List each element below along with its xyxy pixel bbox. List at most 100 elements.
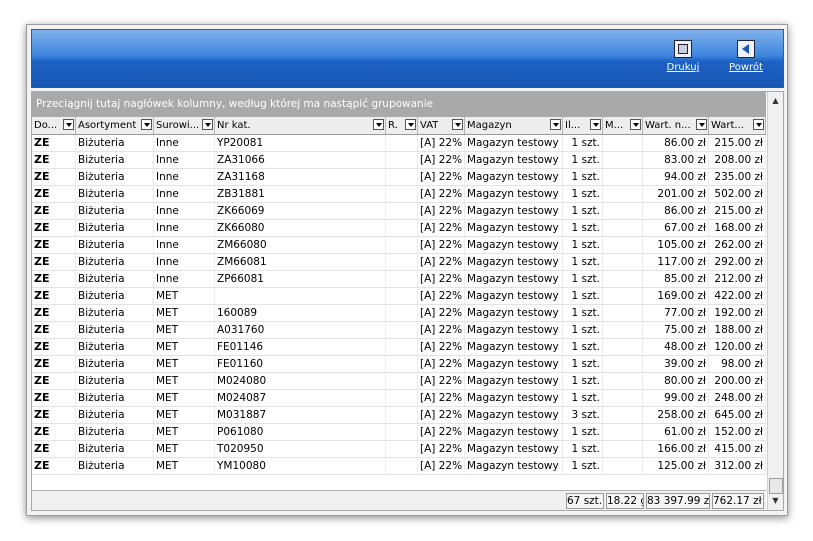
cell-gross-value: 192.00 zł <box>709 305 766 321</box>
column-header-assortment[interactable]: Asortyment <box>76 117 154 134</box>
column-header-material[interactable]: Surowi... <box>154 117 215 134</box>
table-row[interactable]: ZE Biżuteria MET 160089 [A] 22% Magazyn testo… <box>32 305 766 322</box>
table-row[interactable]: ZE Biżuteria Inne ZM66081 [A] 22% Magazyn tes… <box>32 254 766 271</box>
cell-r <box>386 186 418 202</box>
vertical-scrollbar[interactable]: ▲ ▼ <box>767 92 783 510</box>
table-row[interactable]: ZE Biżuteria Inne ZA31168 [A] 22% Magazyn tes… <box>32 169 766 186</box>
cell-warehouse: Magazyn testowy <box>465 305 563 321</box>
table-row[interactable]: ZE Biżuteria MET T020950 [A] 22% Magazyn test… <box>32 441 766 458</box>
cell-vat: [A] 22% <box>418 305 465 321</box>
cell-document-type: ZE <box>32 186 76 202</box>
column-header-vat[interactable]: VAT <box>418 117 465 134</box>
cell-quantity: 1 szt. <box>563 458 603 474</box>
cell-vat: [A] 22% <box>418 135 465 151</box>
filter-dropdown-icon[interactable] <box>452 119 463 130</box>
scroll-thumb[interactable] <box>769 478 783 494</box>
column-header-quantity[interactable]: Il... <box>563 117 603 134</box>
filter-dropdown-icon[interactable] <box>696 119 707 130</box>
table-row[interactable]: ZE Biżuteria Inne ZK66069 [A] 22% Magazyn tes… <box>32 203 766 220</box>
cell-net-value: 105.00 zł <box>643 237 709 253</box>
cell-document-type: ZE <box>32 288 76 304</box>
cell-catalog-number: ZM66081 <box>215 254 386 270</box>
cell-warehouse: Magazyn testowy <box>465 237 563 253</box>
table-row[interactable]: ZE Biżuteria MET YM10080 [A] 22% Magazyn test… <box>32 458 766 475</box>
filter-dropdown-icon[interactable] <box>202 119 213 130</box>
cell-assortment: Biżuteria <box>76 458 154 474</box>
table-row[interactable]: ZE Biżuteria Inne ZK66080 [A] 22% Magazyn tes… <box>32 220 766 237</box>
total-quantity: 67 szt. <box>566 493 604 509</box>
cell-vat: [A] 22% <box>418 203 465 219</box>
filter-dropdown-icon[interactable] <box>590 119 601 130</box>
filter-dropdown-icon[interactable] <box>405 119 416 130</box>
cell-gross-value: 212.00 zł <box>709 271 766 287</box>
cell-material: Inne <box>154 169 215 185</box>
column-header-m[interactable]: M... <box>603 117 643 134</box>
group-by-panel[interactable]: Przeciągnij tutaj nagłówek kolumny, wedł… <box>32 92 766 117</box>
cell-m <box>603 322 643 338</box>
table-row[interactable]: ZE Biżuteria MET FE01160 [A] 22% Magazyn test… <box>32 356 766 373</box>
cell-gross-value: 208.00 zł <box>709 152 766 168</box>
column-header-r[interactable]: R. <box>386 117 418 134</box>
column-header-label: Il... <box>565 120 581 131</box>
cell-net-value: 39.00 zł <box>643 356 709 372</box>
cell-vat: [A] 22% <box>418 237 465 253</box>
table-row[interactable]: ZE Biżuteria MET FE01146 [A] 22% Magazyn test… <box>32 339 766 356</box>
table-row[interactable]: ZE Biżuteria MET [A] 22% Magazyn testowy 1 sz… <box>32 288 766 305</box>
data-grid: Przeciągnij tutaj nagłówek kolumny, wedł… <box>31 91 784 511</box>
cell-material: Inne <box>154 203 215 219</box>
column-header-gross-value[interactable]: Wart... <box>709 117 766 134</box>
filter-dropdown-icon[interactable] <box>753 119 764 130</box>
table-row[interactable]: ZE Biżuteria Inne ZM66080 [A] 22% Magazyn tes… <box>32 237 766 254</box>
totals-footer: 67 szt. 18.22 g 83 397.99 zł 762.17 zł <box>32 490 766 510</box>
cell-assortment: Biżuteria <box>76 390 154 406</box>
table-row[interactable]: ZE Biżuteria MET A031760 [A] 22% Magazyn test… <box>32 322 766 339</box>
cell-quantity: 1 szt. <box>563 169 603 185</box>
cell-warehouse: Magazyn testowy <box>465 339 563 355</box>
filter-dropdown-icon[interactable] <box>373 119 384 130</box>
cell-warehouse: Magazyn testowy <box>465 152 563 168</box>
cell-gross-value: 292.00 zł <box>709 254 766 270</box>
table-row[interactable]: ZE Biżuteria Inne ZB31881 [A] 22% Magazyn tes… <box>32 186 766 203</box>
cell-gross-value: 645.00 zł <box>709 407 766 423</box>
table-row[interactable]: ZE Biżuteria MET M024087 [A] 22% Magazyn test… <box>32 390 766 407</box>
cell-net-value: 94.00 zł <box>643 169 709 185</box>
cell-material: MET <box>154 288 215 304</box>
column-header-label: Wart... <box>711 120 744 131</box>
scroll-up-icon[interactable]: ▲ <box>768 93 783 109</box>
cell-catalog-number: FE01160 <box>215 356 386 372</box>
column-header-document-type[interactable]: Do... <box>32 117 76 134</box>
column-header-warehouse[interactable]: Magazyn <box>465 117 563 134</box>
cell-material: MET <box>154 390 215 406</box>
print-button[interactable]: Drukuj <box>661 40 705 73</box>
cell-m <box>603 186 643 202</box>
table-row[interactable]: ZE Biżuteria Inne ZP66081 [A] 22% Magazyn tes… <box>32 271 766 288</box>
table-row[interactable]: ZE Biżuteria Inne ZA31066 [A] 22% Magazyn tes… <box>32 152 766 169</box>
filter-dropdown-icon[interactable] <box>141 119 152 130</box>
cell-m <box>603 424 643 440</box>
cell-gross-value: 415.00 zł <box>709 441 766 457</box>
scroll-down-icon[interactable]: ▼ <box>768 493 783 509</box>
filter-dropdown-icon[interactable] <box>630 119 641 130</box>
cell-quantity: 1 szt. <box>563 356 603 372</box>
cell-material: Inne <box>154 186 215 202</box>
cell-material: MET <box>154 339 215 355</box>
column-header-catalog-number[interactable]: Nr kat. <box>215 117 386 134</box>
column-header-net-value[interactable]: Wart. n... <box>643 117 709 134</box>
table-row[interactable]: ZE Biżuteria MET M024080 [A] 22% Magazyn test… <box>32 373 766 390</box>
cell-r <box>386 271 418 287</box>
table-row[interactable]: ZE Biżuteria MET P061080 [A] 22% Magazyn test… <box>32 424 766 441</box>
column-header-label: Wart. n... <box>645 120 691 131</box>
filter-dropdown-icon[interactable] <box>550 119 561 130</box>
table-row[interactable]: ZE Biżuteria MET M031887 [A] 22% Magazyn test… <box>32 407 766 424</box>
cell-r <box>386 339 418 355</box>
back-button[interactable]: Powrót <box>724 40 768 73</box>
cell-vat: [A] 22% <box>418 441 465 457</box>
cell-warehouse: Magazyn testowy <box>465 271 563 287</box>
cell-document-type: ZE <box>32 407 76 423</box>
cell-quantity: 1 szt. <box>563 322 603 338</box>
filter-dropdown-icon[interactable] <box>63 119 74 130</box>
cell-m <box>603 254 643 270</box>
cell-net-value: 80.00 zł <box>643 373 709 389</box>
cell-assortment: Biżuteria <box>76 271 154 287</box>
table-row[interactable]: ZE Biżuteria Inne YP20081 [A] 22% Magazyn tes… <box>32 135 766 152</box>
